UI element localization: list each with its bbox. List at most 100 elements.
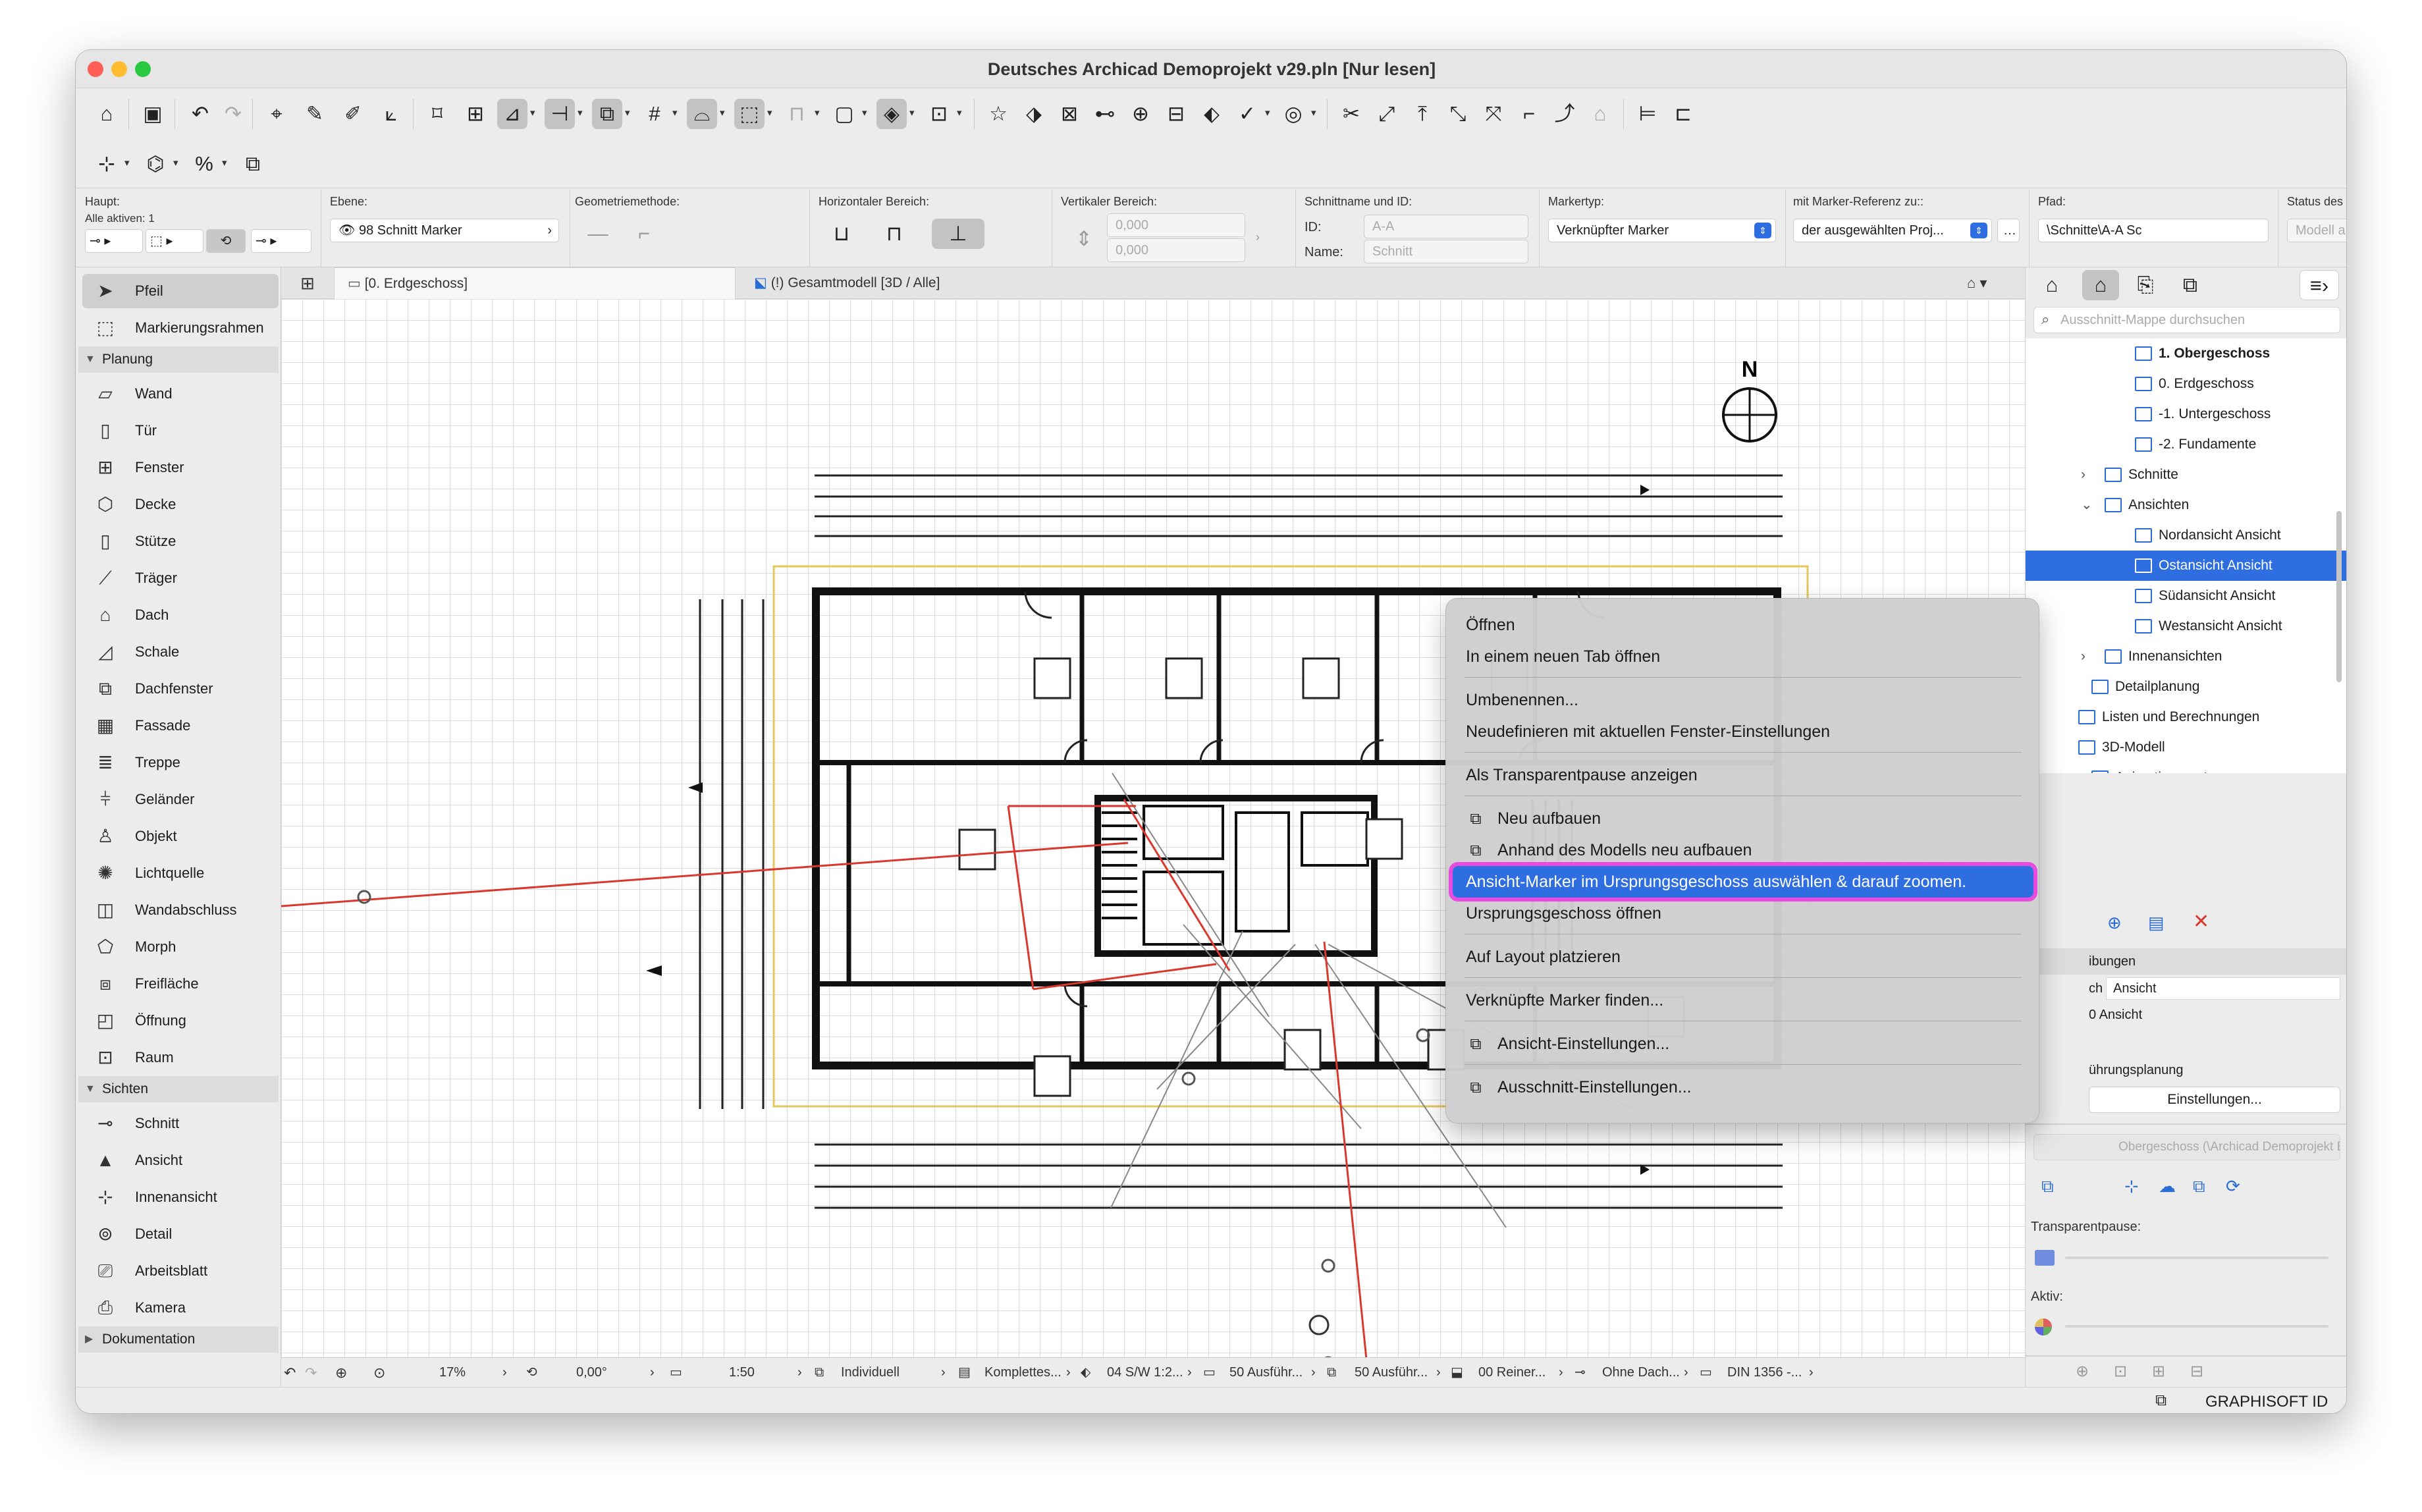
tab-overview-icon[interactable]: ⊞ bbox=[288, 267, 327, 299]
teamwork-reserve-icon[interactable]: ⊕ bbox=[2076, 1362, 2089, 1381]
globe-icon[interactable]: ◎ bbox=[1278, 99, 1308, 129]
chevron-right-icon[interactable]: › bbox=[1684, 1358, 1688, 1388]
chevron-down-icon[interactable]: ▾ bbox=[530, 107, 535, 119]
navigator-item-nordansicht-ansicht[interactable]: Nordansicht Ansicht bbox=[2026, 520, 2346, 551]
resize-icon[interactable]: ⤡ bbox=[1443, 99, 1473, 129]
chevron-right-icon[interactable]: › bbox=[797, 1358, 802, 1388]
navigator-item-3d-modell[interactable]: 3D-Modell bbox=[2026, 732, 2346, 763]
group-icon[interactable]: ⊡ bbox=[924, 99, 954, 129]
vertical-bottom-field[interactable]: 0,000 bbox=[1107, 238, 1245, 262]
toolbox-group-planung[interactable]: ▼ Planung bbox=[78, 346, 279, 373]
chevron-right-icon[interactable]: › bbox=[2081, 641, 2086, 672]
chevron-down-icon[interactable]: ▾ bbox=[862, 107, 867, 119]
navigator-scrollbar[interactable] bbox=[2336, 511, 2342, 682]
menu-item-als-transparentpause-anzeigen[interactable]: Als Transparentpause anzeigen bbox=[1446, 759, 2040, 791]
layout-icon[interactable]: ⊠ bbox=[1054, 99, 1085, 129]
teamwork-release-icon[interactable]: ⊡ bbox=[2114, 1362, 2127, 1381]
chevron-right-icon[interactable]: › bbox=[2081, 460, 2086, 490]
link-view-icon[interactable]: ⧉ bbox=[2041, 1176, 2054, 1197]
tool-dach[interactable]: ⌂ Dach bbox=[82, 598, 279, 632]
teamwork-receive-icon[interactable]: ⊟ bbox=[2190, 1362, 2203, 1381]
teamwork-icon[interactable]: ⊕ bbox=[1125, 99, 1156, 129]
transparency-slider[interactable] bbox=[2065, 1256, 2328, 1259]
navigator-item-innenansichten[interactable]: › Innenansichten bbox=[2026, 641, 2346, 672]
tool-innenansicht[interactable]: ⊹ Innenansicht bbox=[82, 1180, 279, 1214]
model-view-options[interactable]: 04 S/W 1:2... bbox=[1107, 1358, 1183, 1388]
chevron-down-icon[interactable]: ▾ bbox=[815, 107, 820, 119]
trace-refresh-icon[interactable]: ⟳ bbox=[2226, 1176, 2240, 1197]
display-icon[interactable]: ▢ bbox=[829, 99, 859, 129]
window-switch-icon[interactable]: ⧉ bbox=[2155, 1391, 2166, 1410]
horizontal-zero-depth-icon[interactable]: ⊥ bbox=[932, 219, 984, 249]
zoom-fit-icon[interactable]: ⊙ bbox=[373, 1358, 385, 1388]
active-color-icon[interactable] bbox=[2035, 1318, 2052, 1336]
marker-shape-selector[interactable]: ⬚ ▸ bbox=[146, 229, 203, 253]
navigator-item-schnitte[interactable]: › Schnitte bbox=[2026, 460, 2346, 490]
navigator-item-1-untergeschoss[interactable]: -1. Untergeschoss bbox=[2026, 399, 2346, 429]
chevron-right-icon[interactable]: › bbox=[1559, 1358, 1563, 1388]
chevron-right-icon[interactable]: › bbox=[1311, 1358, 1316, 1388]
menu-item-neudefinieren-mit-aktuellen-fenster-einstellunge[interactable]: Neudefinieren mit aktuellen Fenster-Eins… bbox=[1446, 716, 2040, 747]
menu-item-ausschnitt-einstellungen[interactable]: ⧉ Ausschnitt-Einstellungen... bbox=[1446, 1071, 2040, 1103]
delete-icon[interactable]: ✕ bbox=[2193, 910, 2209, 933]
selection-icon[interactable]: ⬚ bbox=[734, 99, 765, 129]
tool-arbeitsblatt[interactable]: ⎚ Arbeitsblatt bbox=[82, 1254, 279, 1288]
menu-item-anhand-des-modells-neu-aufbauen[interactable]: ⧉ Anhand des Modells neu aufbauen bbox=[1446, 834, 2040, 866]
chevron-down-icon[interactable]: ▾ bbox=[578, 107, 583, 119]
chevron-down-icon[interactable]: ▾ bbox=[909, 107, 915, 119]
tool-wandabschluss[interactable]: ◫ Wandabschluss bbox=[82, 893, 279, 927]
chevron-down-icon[interactable]: ▾ bbox=[720, 107, 725, 119]
chevron-down-icon[interactable]: ▾ bbox=[173, 157, 178, 169]
redo-icon[interactable]: ↷ bbox=[218, 99, 248, 129]
tool-ansicht[interactable]: ▲ Ansicht bbox=[82, 1143, 279, 1177]
marker-reference-dropdown[interactable]: der ausgewählten Proj... ⇕ bbox=[1793, 219, 1992, 242]
menu-item-verknupfte-marker-finden[interactable]: Verknüpfte Marker finden... bbox=[1446, 985, 2040, 1016]
grid-snap-icon[interactable]: ⊞ bbox=[460, 99, 491, 129]
tool-treppe[interactable]: ≣ Treppe bbox=[82, 745, 279, 780]
geometry-straight-icon[interactable]: — bbox=[583, 219, 613, 249]
save-icon[interactable]: ▣ bbox=[138, 99, 168, 129]
chevron-down-icon[interactable]: ▾ bbox=[1311, 107, 1316, 119]
name-field[interactable]: Schnitt bbox=[1364, 240, 1528, 263]
tool-schale[interactable]: ◿ Schale bbox=[82, 635, 279, 669]
layer-selector[interactable]: 👁︎ 98 Schnitt Marker › bbox=[330, 219, 559, 242]
tool-morph[interactable]: ⬠ Morph bbox=[82, 930, 279, 964]
home-icon[interactable]: ⌂ bbox=[92, 99, 122, 129]
split-icon[interactable]: ✂ bbox=[1336, 99, 1366, 129]
tool-fenster[interactable]: ⊞ Fenster bbox=[82, 450, 279, 485]
elevate-icon[interactable]: ⤒ bbox=[1407, 99, 1438, 129]
navigator-item-1-obergeschoss[interactable]: 1. Obergeschoss bbox=[2026, 338, 2346, 369]
view-name-field[interactable]: Ansicht bbox=[2106, 977, 2340, 1000]
view-settings-icon[interactable]: ▤ bbox=[2148, 913, 2165, 933]
navigator-item-listen-und-berechnungen[interactable]: Listen und Berechnungen bbox=[2026, 702, 2346, 732]
trace-add-icon[interactable]: ⊹ bbox=[2124, 1176, 2139, 1197]
3d-view-icon[interactable]: ⬗ bbox=[1019, 99, 1049, 129]
marker-orientation-button[interactable]: ⟲ bbox=[206, 229, 246, 253]
navigator-item-0-erdgeschoss[interactable]: 0. Erdgeschoss bbox=[2026, 369, 2346, 399]
chevron-right-icon[interactable]: › bbox=[1809, 1358, 1814, 1388]
trace-cloud-icon[interactable]: ☁ bbox=[2159, 1176, 2176, 1197]
zoom-extents-icon[interactable]: ⊏ bbox=[1668, 99, 1698, 129]
horizontal-infinite-icon[interactable]: ⊔ bbox=[826, 219, 857, 249]
schedule-icon[interactable]: ⊟ bbox=[1161, 99, 1191, 129]
favorites-icon[interactable]: ☆ bbox=[983, 99, 1013, 129]
special-snap-icon[interactable]: ⌬ bbox=[140, 149, 171, 179]
tool-offnung[interactable]: ◰ Öffnung bbox=[82, 1004, 279, 1038]
chevron-down-icon[interactable]: ▾ bbox=[222, 157, 227, 169]
tool-detail[interactable]: ⊚ Detail bbox=[82, 1217, 279, 1251]
tool-wand[interactable]: ▱ Wand bbox=[82, 377, 279, 411]
chevron-down-icon[interactable]: ▾ bbox=[124, 157, 130, 169]
tool-stutze[interactable]: ▯ Stütze bbox=[82, 524, 279, 558]
active-slider[interactable] bbox=[2065, 1325, 2328, 1328]
marker-type-selector[interactable]: ⊸ ▸ bbox=[85, 229, 143, 253]
project-map-icon[interactable]: ⌂ bbox=[2033, 270, 2070, 300]
trace-color-swatch[interactable] bbox=[2035, 1250, 2055, 1266]
chevron-down-icon[interactable]: ▾ bbox=[957, 107, 962, 119]
publisher-icon[interactable]: ⧉ bbox=[2172, 270, 2209, 300]
drawing-standard[interactable]: DIN 1356 -... bbox=[1727, 1358, 1802, 1388]
tool-freiflache[interactable]: ⧈ Freifläche bbox=[82, 967, 279, 1001]
snap-guides-icon[interactable]: ⊣ bbox=[545, 99, 575, 129]
tool-markierungsrahmen[interactable]: ⬚ Markierungsrahmen bbox=[82, 311, 279, 345]
layer-icon[interactable]: ⌓ bbox=[687, 99, 717, 129]
chevron-down-icon[interactable]: ▾ bbox=[672, 107, 678, 119]
